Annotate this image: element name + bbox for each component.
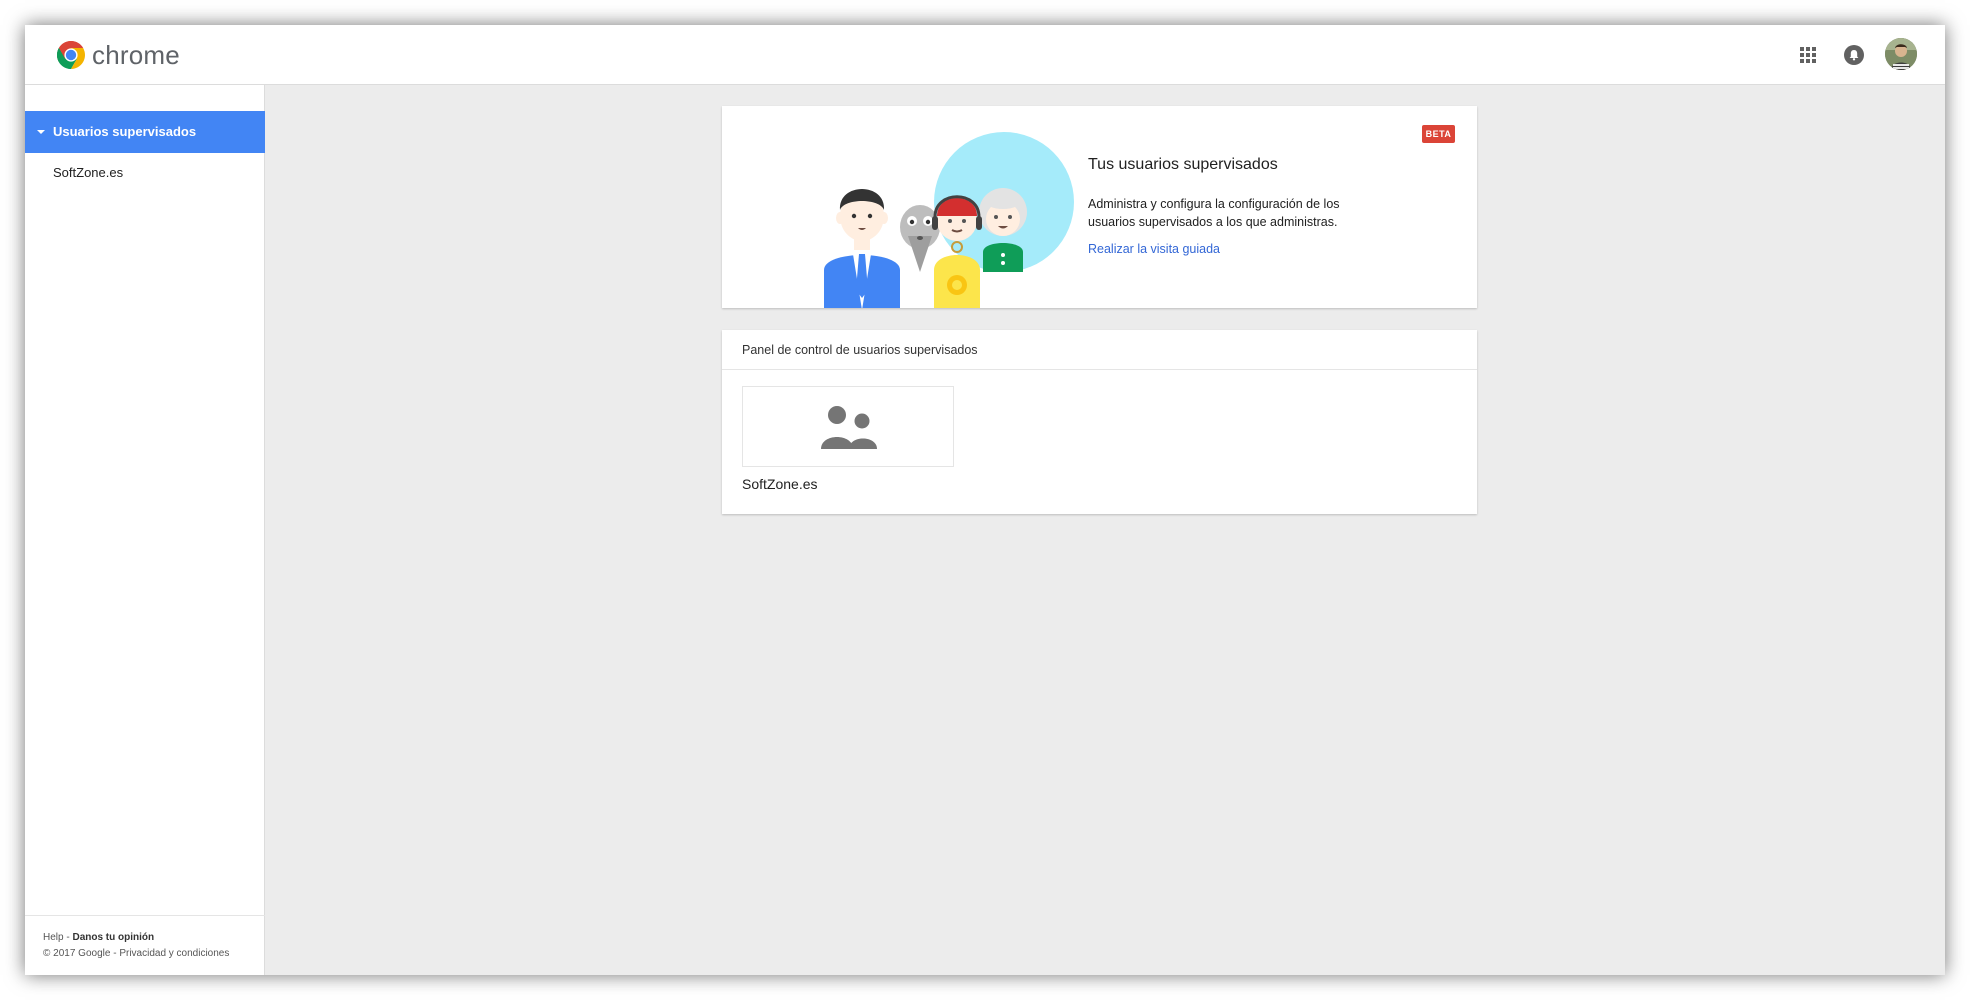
help-link[interactable]: Help	[43, 932, 64, 943]
user-name-softzone[interactable]: SoftZone.es	[742, 476, 818, 492]
hero-description: Administra y configura la configuración …	[1088, 197, 1340, 229]
chrome-window: chrome Usuarios supervisados SoftZone.es…	[25, 25, 1945, 975]
supervised-users-icon	[821, 406, 877, 449]
sidebar-section-supervised-users[interactable]: Usuarios supervisados	[25, 111, 265, 153]
copyright-text: © 2017 Google	[43, 948, 111, 959]
caret-down-icon	[37, 130, 45, 134]
supervised-users-panel: Panel de control de usuarios supervisado…	[722, 330, 1477, 514]
footer-separator: -	[110, 948, 120, 959]
welcome-card: Tus usuarios supervisados Administra y c…	[722, 106, 1477, 308]
guided-tour-link[interactable]: Realizar la visita guiada	[1088, 242, 1220, 256]
sidebar: Usuarios supervisados SoftZone.es Help -…	[25, 85, 265, 975]
privacy-terms-link[interactable]: Privacidad y condiciones	[119, 948, 229, 959]
account-avatar[interactable]	[1885, 38, 1917, 70]
top-bar: chrome	[25, 25, 1945, 85]
chrome-logo[interactable]: chrome	[55, 39, 180, 71]
sidebar-footer: Help - Danos tu opinión © 2017 Google - …	[25, 915, 265, 975]
panel-title: Panel de control de usuarios supervisado…	[722, 330, 1477, 370]
supervised-users-illustration	[824, 132, 1074, 308]
sidebar-item-softzone[interactable]: SoftZone.es	[53, 163, 123, 183]
chrome-logo-icon	[57, 41, 85, 69]
apps-grid-icon[interactable]	[1800, 47, 1816, 63]
feedback-link[interactable]: Danos tu opinión	[72, 932, 154, 943]
logo-text: chrome	[92, 40, 180, 70]
user-tile-softzone[interactable]	[742, 386, 954, 467]
avatar-photo-icon	[1885, 38, 1917, 70]
beta-badge: BETA	[1422, 125, 1455, 143]
notifications-bell-icon[interactable]	[1844, 45, 1864, 65]
sidebar-section-label: Usuarios supervisados	[53, 124, 197, 139]
hero-title: Tus usuarios supervisados	[1088, 156, 1278, 173]
